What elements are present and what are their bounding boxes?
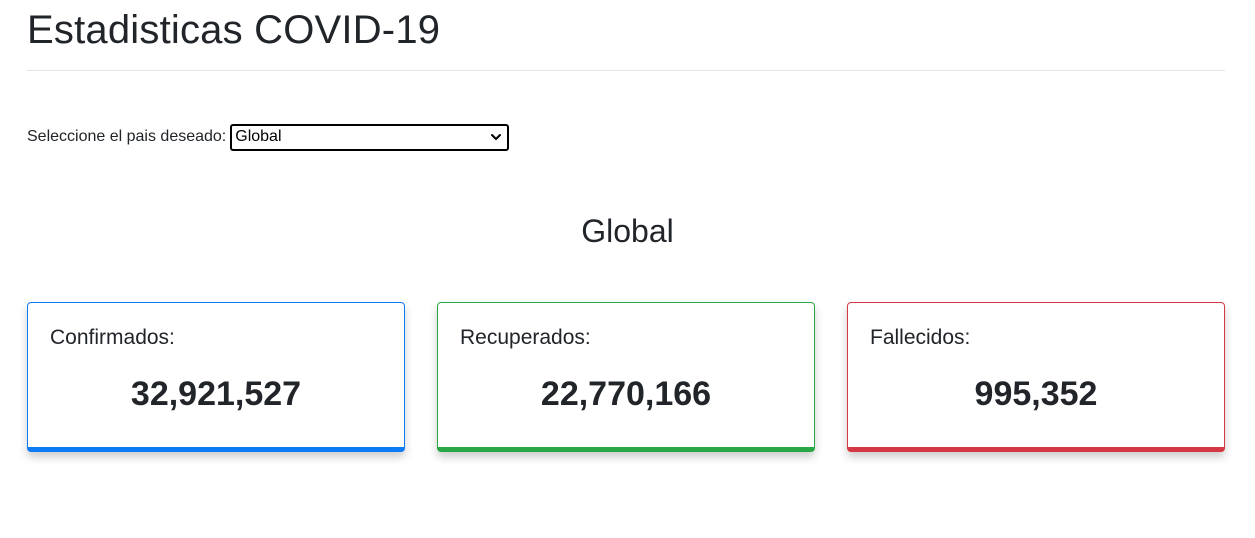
country-select-value: Global	[235, 128, 282, 145]
recovered-label: Recuperados:	[460, 326, 591, 349]
recovered-value: 22,770,166	[540, 375, 712, 413]
deaths-label: Fallecidos:	[870, 326, 971, 349]
country-selector-row: Seleccione el pais deseado: Global	[27, 123, 510, 151]
deaths-value: 995,352	[974, 375, 1098, 413]
page: Estadisticas COVID-19 Seleccione el pais…	[0, 0, 1255, 538]
recovered-card: Recuperados: 22,770,166	[437, 302, 815, 452]
region-title: Global	[581, 213, 674, 249]
page-title: Estadisticas COVID-19	[27, 8, 441, 52]
confirmed-label: Confirmados:	[50, 326, 175, 349]
country-selector-label: Seleccione el pais deseado:	[27, 128, 227, 145]
confirmed-card: Confirmados: 32,921,527	[27, 302, 405, 452]
country-select[interactable]: Global	[230, 123, 510, 151]
chevron-down-icon	[491, 134, 502, 140]
confirmed-value: 32,921,527	[130, 375, 302, 413]
divider	[27, 70, 1225, 71]
deaths-card: Fallecidos: 995,352	[847, 302, 1225, 452]
